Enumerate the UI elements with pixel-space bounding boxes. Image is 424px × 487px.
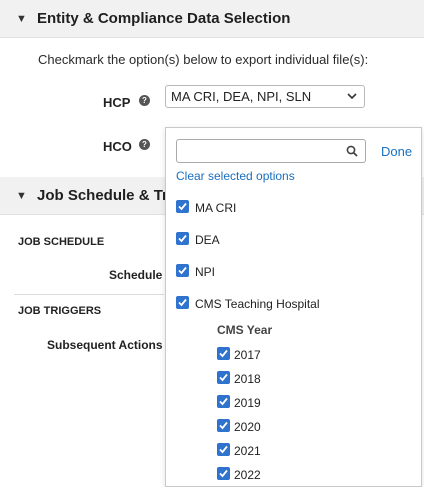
search-icon: [346, 145, 358, 157]
help-icon[interactable]: ?: [139, 139, 150, 150]
option-label[interactable]: MA CRI: [195, 201, 236, 215]
cms-year-group-heading: CMS Year: [217, 323, 273, 337]
collapse-caret-icon[interactable]: ▼: [16, 13, 28, 25]
entity-compliance-section-header[interactable]: ▼ Entity & Compliance Data Selection: [0, 0, 424, 38]
collapse-caret-icon[interactable]: ▼: [16, 190, 28, 202]
checkbox-year-2018[interactable]: [217, 371, 230, 384]
hcp-select-value: MA CRI, DEA, NPI, SLN: [171, 89, 312, 104]
done-button[interactable]: Done: [381, 144, 412, 159]
option-label[interactable]: 2022: [234, 468, 261, 482]
hco-options-dropdown: Done Clear selected options MA CRI DEA N…: [165, 127, 422, 487]
export-instructions: Checkmark the option(s) below to export …: [38, 52, 369, 67]
subsequent-actions-label: Subsequent Actions: [47, 338, 163, 352]
checkmark-icon: [178, 202, 187, 211]
checkmark-icon: [219, 397, 228, 406]
checkbox-year-2022[interactable]: [217, 467, 230, 480]
hcp-select[interactable]: MA CRI, DEA, NPI, SLN: [165, 85, 365, 108]
option-label[interactable]: 2018: [234, 372, 261, 386]
option-label[interactable]: 2017: [234, 348, 261, 362]
checkmark-icon: [219, 421, 228, 430]
checkmark-icon: [219, 445, 228, 454]
checkmark-icon: [219, 469, 228, 478]
option-label[interactable]: DEA: [195, 233, 220, 247]
checkbox-year-2019[interactable]: [217, 395, 230, 408]
checkbox-year-2017[interactable]: [217, 347, 230, 360]
hcp-label: HCP: [103, 95, 131, 110]
job-triggers-heading: JOB TRIGGERS: [18, 305, 102, 317]
checkbox-dea[interactable]: [176, 232, 189, 245]
option-label[interactable]: 2021: [234, 444, 261, 458]
checkbox-ma-cri[interactable]: [176, 200, 189, 213]
option-label[interactable]: CMS Teaching Hospital: [195, 297, 320, 311]
checkmark-icon: [178, 298, 187, 307]
options-search-input[interactable]: [176, 139, 366, 163]
checkmark-icon: [178, 266, 187, 275]
checkbox-cms-teaching-hospital[interactable]: [176, 296, 189, 309]
help-icon[interactable]: ?: [139, 95, 150, 106]
section-title: Entity & Compliance Data Selection: [37, 10, 291, 27]
option-label[interactable]: NPI: [195, 265, 215, 279]
checkmark-icon: [219, 349, 228, 358]
chevron-down-icon: [347, 93, 357, 100]
option-label[interactable]: 2020: [234, 420, 261, 434]
divider: [14, 294, 164, 295]
schedule-label: Schedule: [109, 268, 163, 282]
checkbox-year-2020[interactable]: [217, 419, 230, 432]
option-label[interactable]: 2019: [234, 396, 261, 410]
checkmark-icon: [219, 373, 228, 382]
checkbox-year-2021[interactable]: [217, 443, 230, 456]
checkbox-npi[interactable]: [176, 264, 189, 277]
clear-selected-options-link[interactable]: Clear selected options: [176, 169, 295, 183]
hco-label: HCO: [103, 139, 132, 154]
job-schedule-heading: JOB SCHEDULE: [18, 236, 105, 248]
checkmark-icon: [178, 234, 187, 243]
